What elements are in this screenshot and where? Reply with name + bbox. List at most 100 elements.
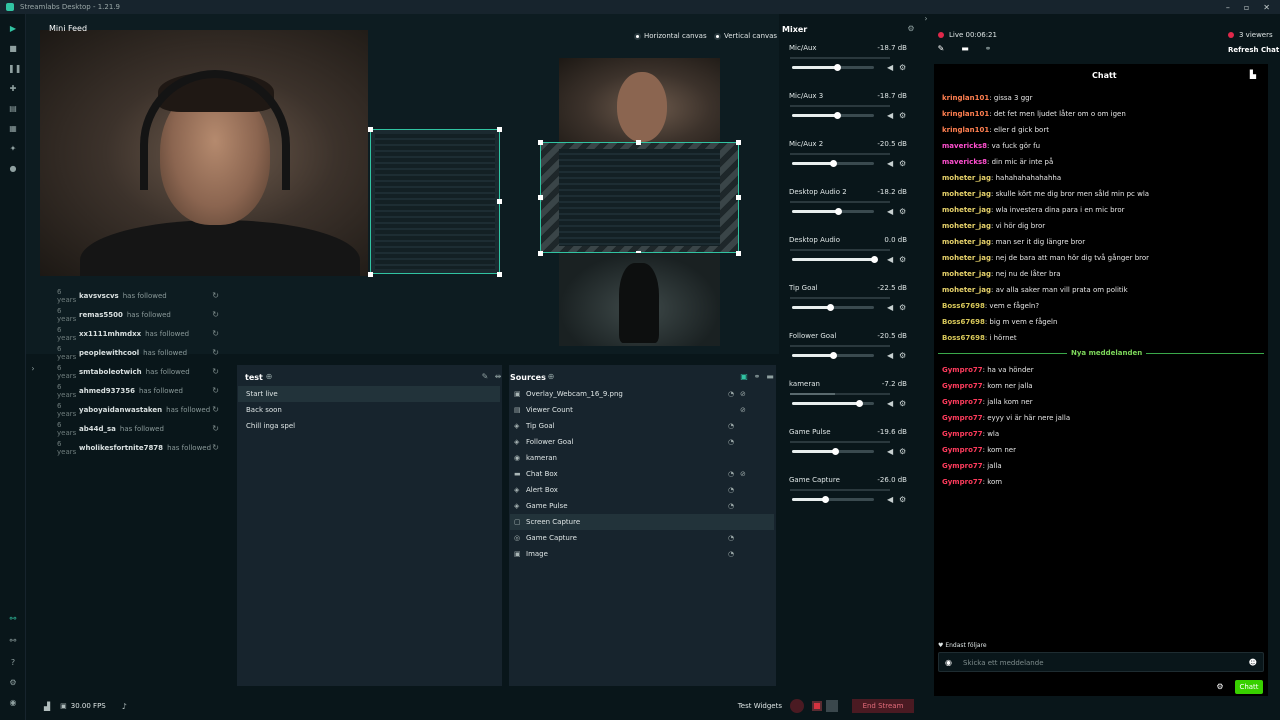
- edit-icon[interactable]: ✎: [936, 44, 946, 54]
- end-stream-button[interactable]: End Stream: [852, 699, 914, 713]
- speaker-icon[interactable]: ◀: [887, 63, 893, 72]
- scene-transitions-icon[interactable]: ✎: [480, 372, 490, 382]
- scene-item[interactable]: Chill inga spel: [238, 418, 500, 434]
- replay-icon[interactable]: ↻: [212, 367, 219, 376]
- channel-settings-icon[interactable]: ⚙: [899, 159, 906, 168]
- replay-icon[interactable]: ↻: [212, 291, 219, 300]
- share-icon[interactable]: ⚭: [983, 44, 993, 54]
- visibility-icon[interactable]: ⊘: [740, 402, 746, 418]
- chat-username[interactable]: moheter_jag: [942, 286, 991, 294]
- editor-icon[interactable]: ▶: [8, 24, 18, 34]
- vertical-canvas-toggle[interactable]: Vertical canvas: [714, 32, 777, 40]
- folder-icon[interactable]: ▬: [960, 44, 970, 54]
- source-item[interactable]: ◈ Game Pulse ◔: [510, 498, 774, 514]
- volume-slider[interactable]: [792, 66, 874, 69]
- scene-item[interactable]: Back soon: [238, 402, 500, 418]
- scene-item[interactable]: Start live: [238, 386, 500, 402]
- channel-settings-icon[interactable]: ⚙: [899, 63, 906, 72]
- chat-username[interactable]: Gympro77: [942, 398, 983, 406]
- mixer-settings-icon[interactable]: ⚙: [906, 24, 916, 34]
- chat-username[interactable]: moheter_jag: [942, 174, 991, 182]
- lock-icon[interactable]: ◔: [728, 530, 734, 546]
- apps-icon[interactable]: ✦: [8, 144, 18, 154]
- chat-username[interactable]: Gympro77: [942, 462, 983, 470]
- chat-username[interactable]: mavericks8: [942, 142, 987, 150]
- settings-icon[interactable]: ⚙: [8, 678, 18, 688]
- source-item[interactable]: ◈ Tip Goal ◔: [510, 418, 774, 434]
- replay-icon[interactable]: ↻: [212, 443, 219, 452]
- resize-handle[interactable]: [368, 272, 373, 277]
- replay-icon[interactable]: ↻: [212, 329, 219, 338]
- chat-settings-icon[interactable]: ⚙: [1215, 682, 1225, 692]
- source-item[interactable]: ▣ Image ◔: [510, 546, 774, 562]
- resize-handle[interactable]: [538, 140, 543, 145]
- add-scene-icon[interactable]: ⊕: [264, 372, 274, 382]
- resize-handle[interactable]: [368, 127, 373, 132]
- chat-username[interactable]: moheter_jag: [942, 254, 991, 262]
- studio-mode-icon[interactable]: ❚❚: [8, 64, 21, 74]
- stop-icon[interactable]: [812, 701, 822, 711]
- chat-username[interactable]: kringlan101: [942, 94, 989, 102]
- source-item[interactable]: ◎ Game Capture ◔: [510, 530, 774, 546]
- chat-username[interactable]: Boss67698: [942, 302, 985, 310]
- replay-icon[interactable]: ↻: [212, 310, 219, 319]
- source-item[interactable]: ◈ Follower Goal ◔: [510, 434, 774, 450]
- source-item[interactable]: ▤ Viewer Count ⊘: [510, 402, 774, 418]
- lock-icon[interactable]: ◔: [728, 482, 734, 498]
- chat-username[interactable]: moheter_jag: [942, 190, 991, 198]
- speaker-icon[interactable]: ◀: [887, 303, 893, 312]
- chat-username[interactable]: Gympro77: [942, 478, 983, 486]
- emote-icon[interactable]: ◉: [945, 658, 952, 667]
- volume-slider-knob[interactable]: [856, 400, 864, 407]
- performance-icon[interactable]: ▟: [44, 702, 50, 711]
- chat-username[interactable]: moheter_jag: [942, 206, 991, 214]
- lock-icon[interactable]: ◔: [728, 418, 734, 434]
- chat-username[interactable]: kringlan101: [942, 126, 989, 134]
- replay-icon[interactable]: ↻: [212, 424, 219, 433]
- replay-icon[interactable]: ↻: [212, 386, 219, 395]
- help-icon[interactable]: ?: [8, 658, 18, 668]
- source-item[interactable]: ▣ Overlay_Webcam_16_9.png ◔ ⊘: [510, 386, 774, 402]
- replay-icon[interactable]: ↻: [212, 405, 219, 414]
- channel-settings-icon[interactable]: ⚙: [899, 495, 906, 504]
- highlighter-icon[interactable]: ●: [8, 164, 18, 174]
- resize-handle[interactable]: [736, 140, 741, 145]
- speaker-icon[interactable]: ◀: [887, 207, 893, 216]
- horizontal-canvas-toggle[interactable]: Horizontal canvas: [634, 32, 707, 40]
- connect-icon[interactable]: ⚯: [8, 636, 18, 646]
- volume-slider-knob[interactable]: [831, 448, 839, 455]
- speaker-icon[interactable]: ◀: [887, 495, 893, 504]
- volume-slider-knob[interactable]: [826, 304, 834, 311]
- channel-settings-icon[interactable]: ⚙: [899, 111, 906, 120]
- record-button[interactable]: [790, 699, 804, 713]
- test-widgets-button[interactable]: Test Widgets: [738, 702, 782, 710]
- channel-settings-icon[interactable]: ⚙: [899, 351, 906, 360]
- add-source-icon[interactable]: ⊕: [546, 372, 556, 382]
- channel-settings-icon[interactable]: ⚙: [899, 303, 906, 312]
- source-item[interactable]: ▢ Screen Capture: [510, 514, 774, 530]
- speaker-icon[interactable]: ◀: [887, 399, 893, 408]
- chat-username[interactable]: Boss67698: [942, 334, 985, 342]
- speaker-icon[interactable]: ◀: [887, 111, 893, 120]
- chat-username[interactable]: Gympro77: [942, 430, 983, 438]
- chat-input[interactable]: ◉ Skicka ett meddelande ☻: [938, 652, 1264, 672]
- source-link-icon[interactable]: ⚭: [752, 372, 762, 382]
- refresh-chat-button[interactable]: Refresh Chat: [1228, 46, 1279, 54]
- chat-username[interactable]: moheter_jag: [942, 238, 991, 246]
- lock-icon[interactable]: ◔: [728, 498, 734, 514]
- resize-handle[interactable]: [636, 140, 641, 145]
- replay-buffer-icon[interactable]: [826, 700, 838, 712]
- speaker-icon[interactable]: ◀: [887, 447, 893, 456]
- volume-slider-knob[interactable]: [834, 208, 842, 215]
- resize-handle[interactable]: [538, 195, 543, 200]
- volume-slider-knob[interactable]: [830, 160, 837, 167]
- source-item[interactable]: ◈ Alert Box ◔: [510, 482, 774, 498]
- source-item[interactable]: ▬ Chat Box ◔ ⊘: [510, 466, 774, 482]
- channel-settings-icon[interactable]: ⚙: [899, 255, 906, 264]
- volume-slider[interactable]: [792, 258, 874, 261]
- expand-chevron-icon[interactable]: ›: [28, 364, 38, 374]
- source-group-icon[interactable]: ▣: [739, 372, 749, 382]
- smiley-icon[interactable]: ☻: [1249, 658, 1257, 667]
- channel-settings-icon[interactable]: ⚙: [899, 207, 906, 216]
- volume-slider[interactable]: [792, 498, 874, 501]
